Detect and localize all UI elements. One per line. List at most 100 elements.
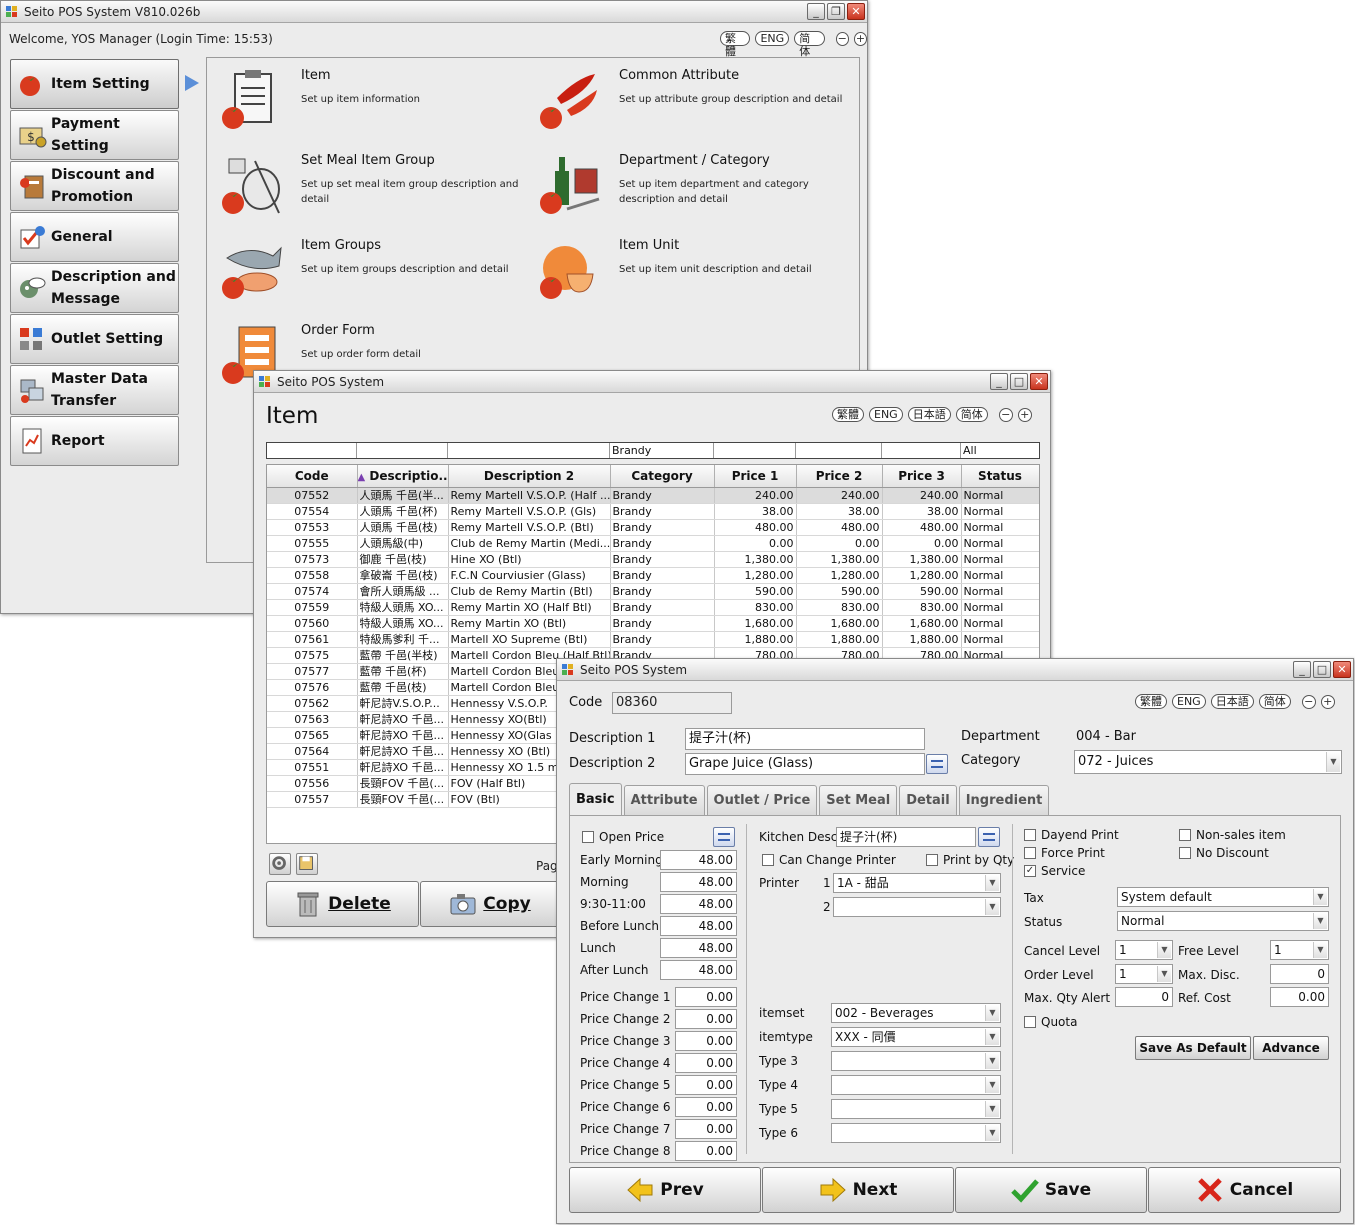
zoom-in-icon[interactable]: + [853,31,868,46]
prev-button[interactable]: Prev [569,1167,761,1213]
price-change-field[interactable]: 0.00 [675,1031,737,1051]
tab-attribute[interactable]: Attribute [623,785,705,815]
table-row[interactable]: 07561 特級馬爹利 千... Martell XO Supreme (Btl) B… [267,631,1039,648]
tab-set-meal[interactable]: Set Meal [819,785,898,815]
maximize-button[interactable]: □ [1010,373,1028,390]
tile-common-attribute[interactable]: Common Attribute Set up attribute group … [537,68,857,148]
price-field[interactable]: 48.00 [660,850,737,870]
delete-button[interactable]: Delete [266,881,419,927]
dayend-print-checkbox[interactable]: Dayend Print [1024,828,1119,842]
filter-status[interactable]: All [961,443,1039,458]
open-price-checkbox[interactable]: Open Price [582,830,664,844]
minimize-button[interactable]: _ [807,3,825,20]
detail-window-titlebar[interactable]: Seito POS System _ □ ✕ [557,659,1353,681]
price-change-field[interactable]: 0.00 [675,1053,737,1073]
tab-outlet-price[interactable]: Outlet / Price [706,785,818,815]
filter-price-2[interactable] [796,443,882,458]
service-checkbox[interactable]: ✓ Service [1024,864,1085,878]
print-by-qty-checkbox[interactable]: Print by Qty [926,853,1014,867]
type-6-select[interactable]: ▼ [831,1123,1001,1143]
table-row[interactable]: 07559 特級人頭馬 XO... Remy Martin XO (Half Btl… [267,599,1039,616]
save-as-default-button[interactable]: Save As Default [1135,1036,1251,1060]
max-qty-alert-field[interactable]: 0 [1115,987,1173,1007]
tax-select[interactable]: System default ▼ [1117,887,1329,907]
lang-japanese[interactable]: 日本語 [1210,694,1254,709]
table-row[interactable]: 07558 拿破崙 千邑(枝) F.C.N Courviusier (Glass) B… [267,567,1039,584]
cancel-button[interactable]: Cancel [1148,1167,1341,1213]
description-2-field[interactable]: Grape Juice (Glass) [685,753,925,775]
col-header-category[interactable]: Category [610,465,715,488]
table-row[interactable]: 07574 會所人頭馬級 ... Club de Remy Martin (Btl)… [267,583,1039,600]
non-sales-item-checkbox[interactable]: Non-sales item [1179,828,1286,842]
tile-department-category[interactable]: Department / Category Set up item depart… [537,153,857,233]
filter-price-1[interactable] [714,443,796,458]
tile-item-groups[interactable]: Item Groups Set up item groups descripti… [219,238,539,318]
kitchen-desc-field[interactable]: 提子汁(杯) [836,827,976,847]
settings-button[interactable] [269,853,291,875]
price-field[interactable]: 48.00 [660,916,737,936]
price-change-field[interactable]: 0.00 [675,1075,737,1095]
itemset-select[interactable]: 002 - Beverages ▼ [831,1003,1001,1023]
price-change-field[interactable]: 0.00 [675,1141,737,1161]
save-layout-button[interactable] [296,853,318,875]
minimize-button[interactable]: _ [1293,661,1311,678]
printer-1-select[interactable]: 1A - 甜品 ▼ [833,873,1001,893]
filter-description[interactable] [357,443,448,458]
status-select[interactable]: Normal ▼ [1117,911,1329,931]
col-header-code[interactable]: Code [267,465,358,488]
zoom-out-icon[interactable]: − [835,31,849,46]
force-print-checkbox[interactable]: Force Print [1024,846,1105,860]
lang-english[interactable]: ENG [1172,694,1206,709]
tile-item[interactable]: Item Set up item information [219,68,539,148]
type-5-select[interactable]: ▼ [831,1099,1001,1119]
filter-description-2[interactable] [448,443,610,458]
nav-item-setting[interactable]: Item Setting [10,59,179,109]
nav-discount-promotion[interactable]: Discount and Promotion [10,161,179,211]
description-1-field[interactable]: 提子汁(杯) [685,728,925,750]
ref-cost-field[interactable]: 0.00 [1270,987,1329,1007]
printer-2-select[interactable]: ▼ [833,897,1001,917]
no-discount-checkbox[interactable]: No Discount [1179,846,1269,860]
table-row[interactable]: 07560 特級人頭馬 XO... Remy Martin XO (Btl) Bran… [267,615,1039,632]
tab-detail[interactable]: Detail [899,785,957,815]
free-level-select[interactable]: 1 ▼ [1270,940,1329,960]
table-row[interactable]: 07573 御鹿 千邑(枝) Hine XO (Btl) Brandy 1,380.00… [267,551,1039,568]
nav-description-message[interactable]: Description and Message [10,263,179,313]
maximize-button[interactable]: ❐ [827,3,845,20]
lang-english[interactable]: ENG [869,407,903,422]
lang-simp-chinese[interactable]: 简体 [794,31,825,58]
col-header-description-2[interactable]: Description 2 [448,465,611,488]
can-change-printer-checkbox[interactable]: Can Change Printer [762,853,896,867]
tile-item-unit[interactable]: Item Unit Set up item unit description a… [537,238,857,318]
tile-set-meal-item-group[interactable]: Set Meal Item Group Set up set meal item… [219,153,539,233]
main-titlebar[interactable]: Seito POS System V810.026b _ ❐ ✕ [1,1,867,23]
type-4-select[interactable]: ▼ [831,1075,1001,1095]
maximize-button[interactable]: □ [1313,661,1331,678]
zoom-out-icon[interactable]: − [1301,694,1316,709]
nav-master-data-transfer[interactable]: Master Data Transfer [10,365,179,415]
description-list-button[interactable] [926,754,948,774]
table-row[interactable]: 07554 人頭馬 千邑(杯) Remy Martell V.S.O.P. (Gls… [267,503,1039,520]
advance-button[interactable]: Advance [1253,1036,1329,1060]
code-field[interactable]: 08360 [612,692,732,714]
filter-category[interactable]: Brandy [610,443,714,458]
col-header-price-1[interactable]: Price 1 [714,465,797,488]
price-change-field[interactable]: 0.00 [675,987,737,1007]
close-button[interactable]: ✕ [1030,373,1048,390]
close-button[interactable]: ✕ [1333,661,1351,678]
price-field[interactable]: 48.00 [660,894,737,914]
lang-japanese[interactable]: 日本語 [907,407,951,422]
col-header-price-3[interactable]: Price 3 [882,465,962,488]
price-change-field[interactable]: 0.00 [675,1009,737,1029]
item-window-titlebar[interactable]: Seito POS System _ □ ✕ [254,371,1050,393]
lang-english[interactable]: ENG [755,31,790,46]
zoom-in-icon[interactable]: + [1017,407,1032,422]
next-button[interactable]: Next [762,1167,954,1213]
lang-trad-chinese[interactable]: 繁體 [1135,694,1167,709]
copy-button[interactable]: Copy [420,881,560,927]
nav-outlet-setting[interactable]: Outlet Setting [10,314,179,364]
lang-trad-chinese[interactable]: 繁體 [720,31,751,58]
zoom-in-icon[interactable]: + [1320,694,1335,709]
filter-code[interactable] [267,443,357,458]
price-field[interactable]: 48.00 [660,872,737,892]
